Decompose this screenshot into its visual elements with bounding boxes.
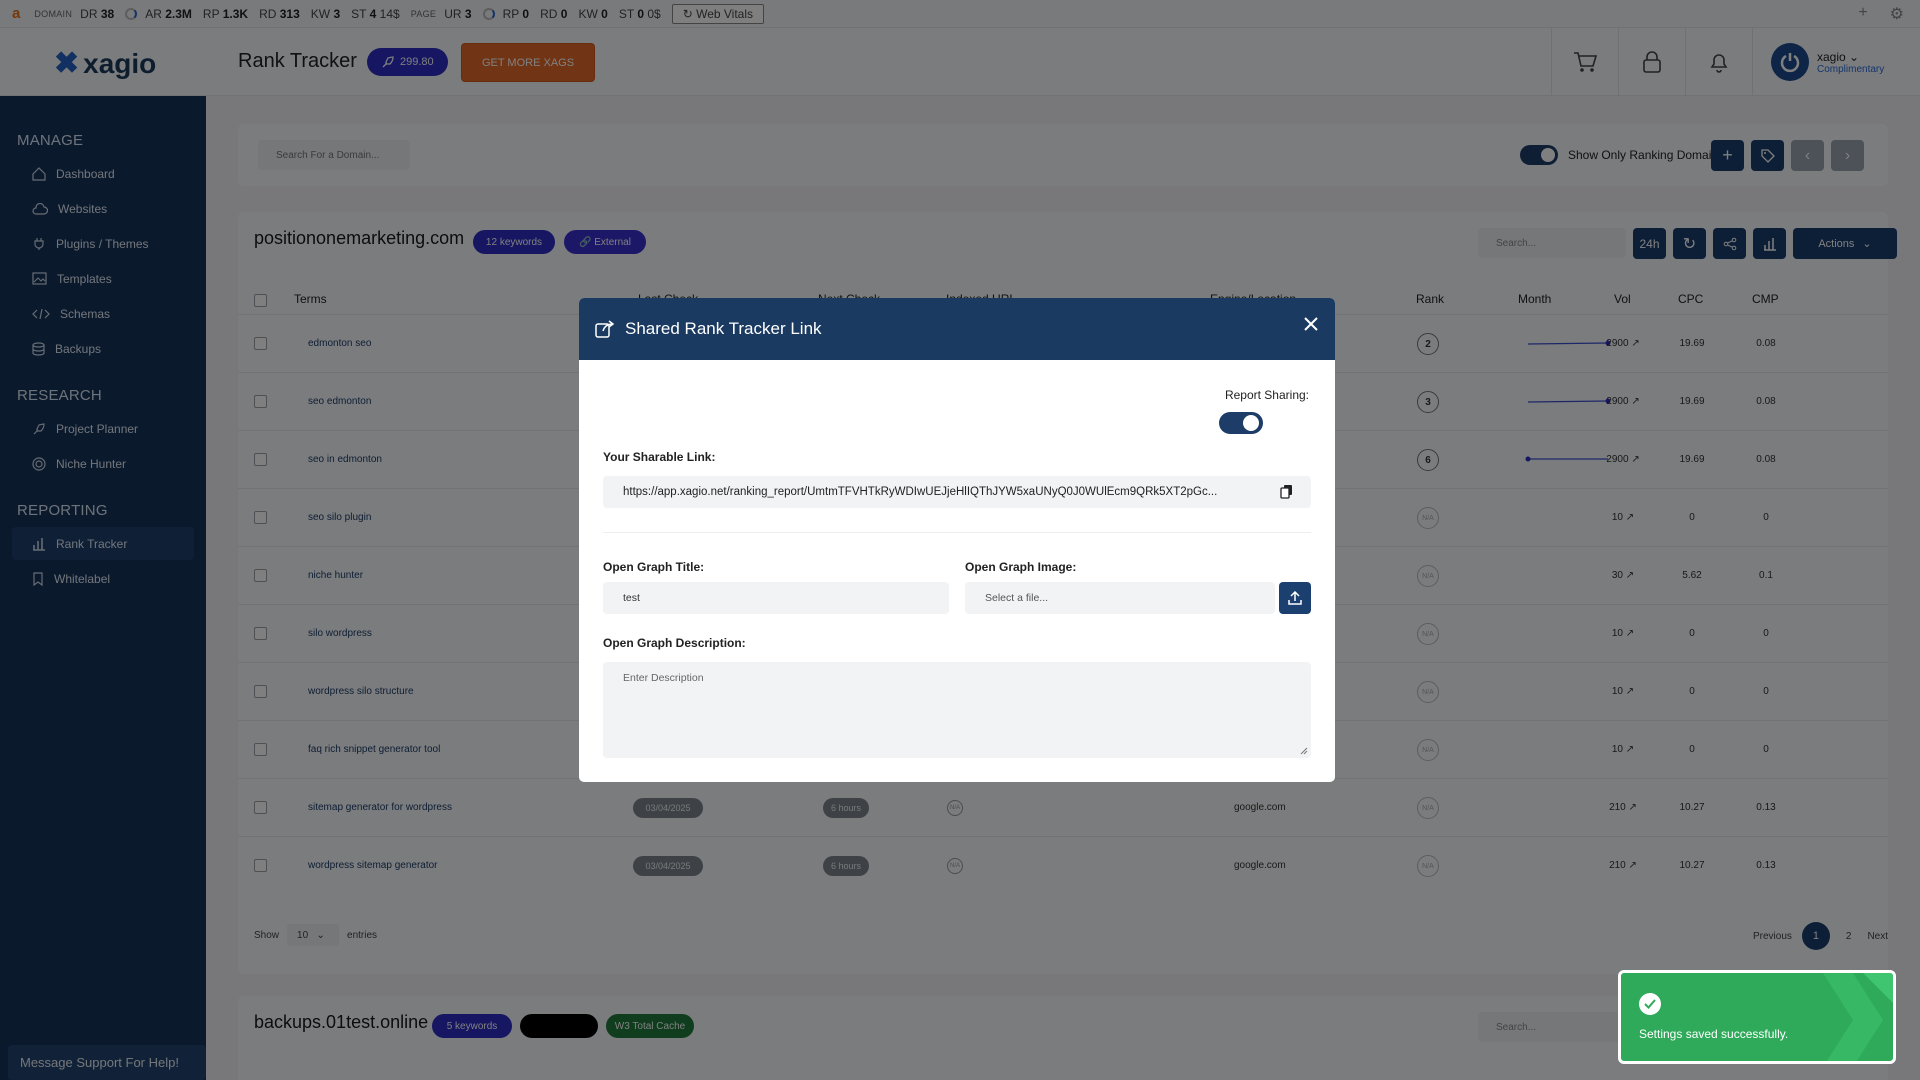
close-modal-button[interactable] <box>1303 316 1319 337</box>
check-icon <box>1639 993 1661 1015</box>
og-description-label: Open Graph Description: <box>603 636 746 650</box>
success-toast[interactable]: Settings saved successfully. <box>1618 970 1896 1064</box>
og-description-textarea[interactable]: Enter Description <box>603 662 1311 758</box>
close-icon <box>1304 317 1318 331</box>
resize-grip-icon[interactable] <box>1300 747 1308 755</box>
copy-link-button[interactable] <box>1280 484 1293 502</box>
og-image-file-input[interactable]: Select a file... <box>965 582 1275 614</box>
upload-icon <box>1288 591 1302 605</box>
sharable-link-field[interactable]: https://app.xagio.net/ranking_report/Umt… <box>603 476 1311 508</box>
modal-header: Shared Rank Tracker Link <box>579 298 1335 360</box>
modal-title: Shared Rank Tracker Link <box>625 319 822 338</box>
report-sharing-label: Report Sharing: <box>1224 388 1309 402</box>
divider <box>603 532 1311 533</box>
upload-image-button[interactable] <box>1279 582 1311 614</box>
og-image-label: Open Graph Image: <box>965 560 1077 574</box>
share-link-icon <box>595 320 615 338</box>
toast-decoration <box>1823 973 1893 1061</box>
shared-link-modal: Shared Rank Tracker Link Report Sharing:… <box>579 298 1335 782</box>
og-title-label: Open Graph Title: <box>603 560 705 574</box>
copy-icon <box>1280 485 1292 499</box>
report-sharing-toggle[interactable] <box>1219 412 1263 434</box>
toast-message: Settings saved successfully. <box>1639 1027 1789 1041</box>
og-title-input[interactable]: test <box>603 582 949 614</box>
sharable-link-label: Your Sharable Link: <box>603 450 716 464</box>
